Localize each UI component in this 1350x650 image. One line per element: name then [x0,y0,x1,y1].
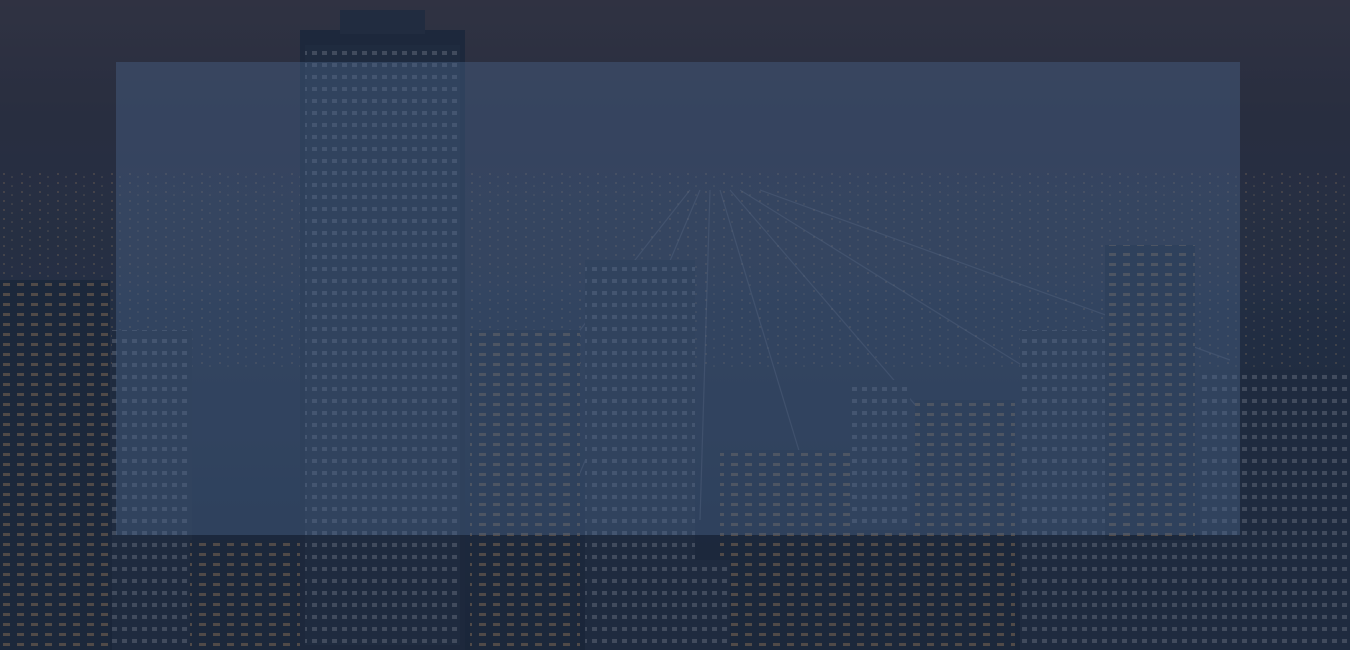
hero-background [0,0,1350,650]
content-panel [116,62,1240,535]
